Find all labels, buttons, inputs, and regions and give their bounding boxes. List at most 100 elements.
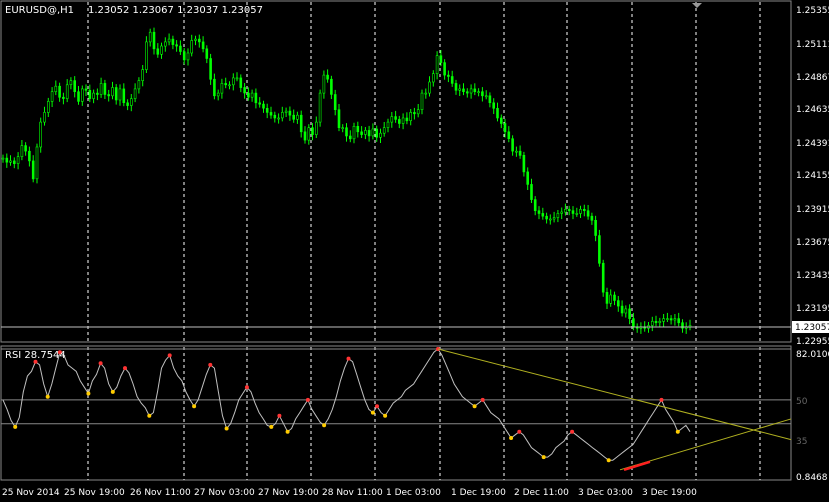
rsi-trough-marker [541, 455, 546, 460]
candle-body [299, 114, 303, 133]
candle-body [99, 83, 103, 95]
candle-body [5, 157, 9, 163]
candle-body [401, 117, 405, 124]
candle-body [458, 88, 462, 91]
rsi-label: RSI 28.7544 [5, 350, 66, 361]
price-tick: 1.24155 [796, 171, 829, 181]
candle-body [50, 91, 54, 102]
candle-body [507, 131, 511, 140]
candle-body [145, 41, 148, 70]
candle-body [390, 116, 394, 123]
candle-body [273, 114, 277, 119]
candle-body [152, 31, 156, 50]
rsi-axis-top: 82.0106 [796, 350, 829, 360]
price-tick: 1.25355 [796, 6, 829, 16]
rsi-trough-marker [269, 424, 274, 429]
chart-window[interactable]: EURUSD@,H1 1.23052 1.23067 1.23037 1.230… [0, 0, 829, 498]
candle-body [548, 218, 552, 221]
candle-body [269, 112, 273, 116]
candle-body [92, 92, 95, 99]
chart-canvas[interactable]: EURUSD@,H1 1.23052 1.23067 1.23037 1.230… [0, 0, 829, 498]
candle-body [133, 88, 137, 99]
time-tick: 27 Nov 03:00 [194, 488, 255, 498]
candle-body [620, 305, 624, 314]
candle-body [624, 308, 628, 314]
candle-body [31, 160, 35, 180]
candle-body [431, 73, 435, 83]
candle-body [292, 114, 296, 120]
candle-body [148, 31, 152, 43]
candle-body [492, 102, 496, 109]
rsi-trough-marker [606, 458, 611, 463]
rsi-peak-marker [480, 397, 485, 402]
candle-body [413, 112, 416, 115]
candle-body [462, 88, 465, 93]
time-tick: 2 Dec 11:00 [514, 488, 569, 498]
candle-body [511, 138, 514, 152]
candle-body [81, 88, 84, 102]
time-tick: 1 Dec 03:00 [386, 488, 441, 498]
time-tick: 25 Nov 19:00 [64, 488, 125, 498]
candle-body [345, 127, 348, 137]
price-tick: 1.24391 [796, 139, 829, 149]
candle-body [296, 114, 299, 120]
candle-body [65, 84, 69, 99]
candle-body [337, 109, 341, 128]
candle-body [394, 116, 397, 120]
candle-body [364, 130, 367, 135]
candle-body [522, 155, 526, 173]
rsi-peak-marker [659, 397, 664, 402]
candle-body [658, 320, 662, 323]
candle-body [564, 209, 567, 213]
candle-body [594, 220, 597, 236]
candle-body [318, 92, 322, 123]
candle-body [428, 81, 431, 94]
candle-body [160, 45, 163, 55]
rsi-peak-marker [346, 356, 351, 361]
rsi-trough-marker [383, 413, 388, 418]
candle-body [669, 318, 673, 321]
price-tick: 1.23195 [796, 304, 829, 314]
rsi-trough-marker [86, 391, 91, 396]
candle-body [69, 80, 73, 85]
candle-body [454, 83, 458, 91]
rsi-trough-marker [370, 410, 375, 415]
candle-body [541, 213, 545, 217]
candle-body [209, 58, 212, 80]
candle-body [288, 110, 292, 116]
candle-body [616, 300, 620, 307]
candle-body [126, 102, 129, 106]
candle-body [382, 127, 386, 134]
candle-body [598, 235, 601, 264]
candle-body [107, 94, 110, 97]
candle-body [488, 95, 492, 104]
candle-body [386, 121, 390, 128]
candle-body [333, 94, 337, 110]
rsi-trough-marker [509, 436, 514, 440]
candle-body [677, 318, 681, 324]
candle-body [54, 85, 58, 92]
price-tick: 1.23675 [796, 238, 829, 248]
price-tick: 1.23915 [796, 205, 829, 215]
candle-body [530, 184, 533, 200]
rsi-trough-marker [147, 413, 152, 418]
candle-body [164, 41, 167, 47]
current-price-label: 1.23057 [795, 323, 829, 333]
candle-body [103, 83, 107, 95]
candle-body [213, 78, 216, 97]
candle-body [439, 55, 443, 63]
candle-body [590, 215, 594, 221]
candle-body [303, 131, 307, 141]
price-tick: 1.24635 [796, 105, 829, 115]
candle-body [484, 95, 488, 98]
price-tick: 1.23435 [796, 271, 829, 281]
candle-body [201, 41, 205, 50]
candle-body [579, 209, 582, 214]
candle-body [228, 84, 231, 87]
candle-body [28, 150, 31, 162]
candle-body [650, 320, 654, 326]
candle-body [356, 126, 360, 133]
candle-body [43, 112, 46, 123]
candle-body [424, 92, 428, 95]
time-tick: 25 Nov 2014 [2, 488, 60, 498]
